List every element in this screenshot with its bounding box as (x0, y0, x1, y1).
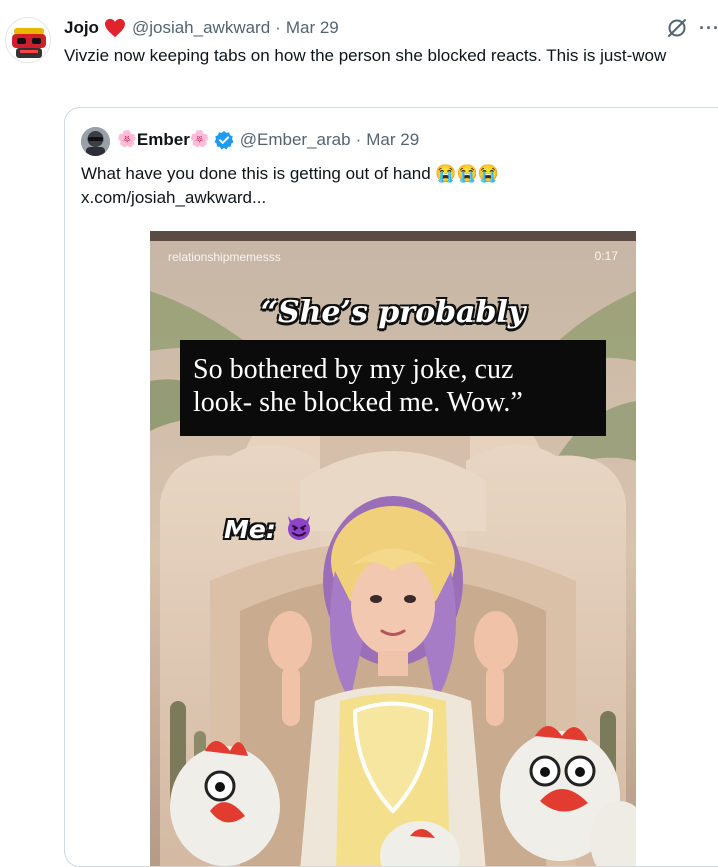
flower-emoji-left: 🌸 (117, 131, 137, 148)
separator-dot: · (275, 18, 281, 37)
quote-author-handle[interactable]: @Ember_arab (240, 130, 351, 150)
tweet-header: Jojo @josiah_awkward · Mar 29 (64, 17, 718, 39)
quote-text: What have you done this is getting out o… (81, 164, 499, 183)
devil-emoji-icon (284, 512, 314, 542)
author-avatar[interactable] (5, 17, 51, 63)
quote-header: 🌸 Ember 🌸 @Ember_arab · Mar 29 (117, 128, 419, 152)
quote-separator-dot: · (355, 130, 362, 149)
video-me-label: Me: (224, 515, 276, 544)
verified-badge-icon (214, 130, 234, 150)
heart-icon (104, 18, 126, 38)
quote-date[interactable]: Mar 29 (366, 130, 419, 150)
video-caption-box: So bothered by my joke, cuz look- she bl… (180, 340, 606, 436)
avatar-image (6, 18, 50, 62)
quote-text-block: What have you done this is getting out o… (81, 162, 718, 210)
video-watermark: relationshipmemesss (168, 250, 281, 264)
quote-author-avatar[interactable] (81, 127, 110, 156)
quoted-tweet[interactable]: 🌸 Ember 🌸 @Ember_arab · Mar 29 What have… (64, 107, 718, 867)
quote-author-name[interactable]: Ember (137, 130, 190, 150)
video-caption-line-1: So bothered by my joke, cuz (193, 354, 514, 385)
quote-avatar-image (81, 127, 110, 156)
quote-link[interactable]: x.com/josiah_awkward... (81, 186, 718, 210)
grok-icon[interactable] (666, 17, 688, 39)
author-handle[interactable]: @josiah_awkward (132, 18, 270, 38)
author-name[interactable]: Jojo (64, 18, 99, 38)
video-player[interactable]: relationshipmemesss 0:17 “She’s probably… (150, 231, 636, 866)
video-timestamp: 0:17 (594, 249, 618, 263)
tweet-text: Vivzie now keeping tabs on how the perso… (64, 46, 667, 65)
tweet-date[interactable]: Mar 29 (286, 18, 339, 38)
flower-emoji-right: 🌸 (189, 131, 210, 148)
video-caption-title: “She’s probably (260, 295, 526, 330)
more-icon[interactable]: ··· (699, 19, 718, 37)
video-caption-line-2: look- she blocked me. Wow.” (193, 387, 523, 418)
